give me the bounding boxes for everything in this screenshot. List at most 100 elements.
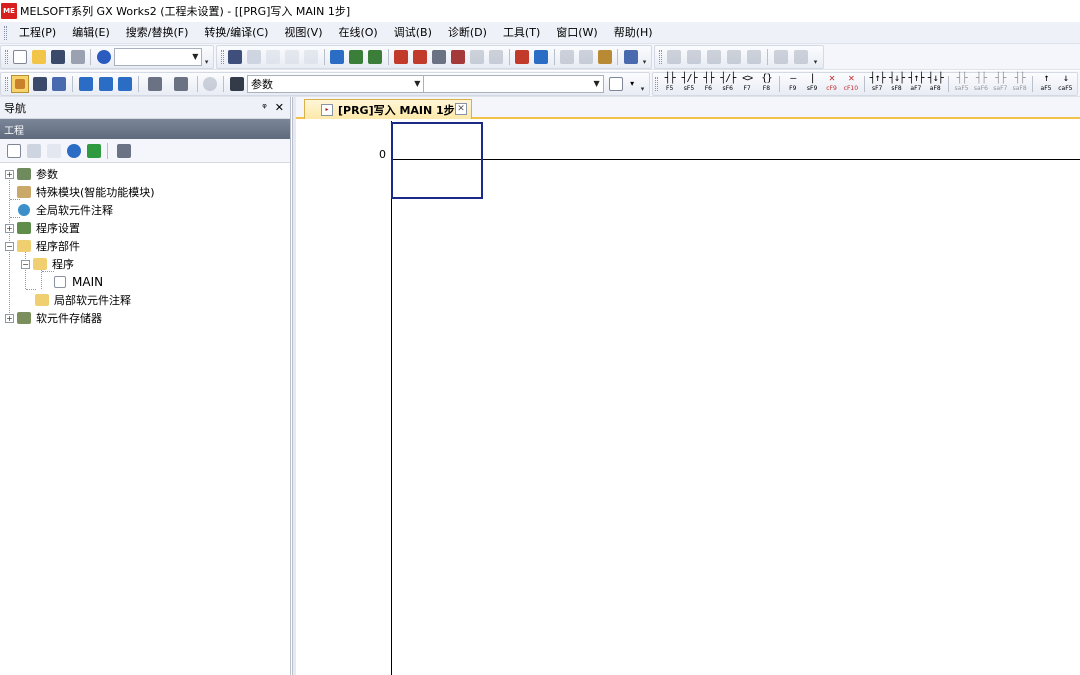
toolbar-grip[interactable]	[221, 49, 224, 64]
cut-icon[interactable]	[227, 48, 244, 66]
device-test-icon[interactable]	[514, 48, 531, 66]
fk-delete-vertical[interactable]: ✕ cF10	[841, 73, 860, 95]
tab-main-program[interactable]: ▸ [PRG]写入 MAIN 1步 ✕	[304, 99, 472, 119]
cross-reference-icon[interactable]	[169, 75, 193, 93]
device-search-icon[interactable]	[329, 48, 346, 66]
monitor-write-icon[interactable]	[488, 48, 505, 66]
menu-diagnostics[interactable]: 诊断(D)	[440, 23, 495, 43]
refresh-icon[interactable]	[85, 142, 103, 160]
help-icon[interactable]	[95, 48, 112, 66]
expand-icon[interactable]: +	[5, 313, 14, 323]
menu-tool[interactable]: 工具(T)	[495, 23, 548, 43]
standard-combo[interactable]: ▼	[113, 47, 203, 66]
fk-vertical-line[interactable]: | sF9	[802, 73, 821, 95]
fk-disabled-1[interactable]: ┤├ saF5	[952, 73, 971, 95]
intelligent-function-icon[interactable]	[202, 75, 220, 93]
toolbar-options-icon[interactable]: ▾	[638, 73, 647, 95]
menu-project[interactable]: 工程(P)	[11, 23, 64, 43]
tree-item-main[interactable]: MAIN	[0, 273, 290, 291]
read-from-plc-icon[interactable]	[412, 48, 429, 66]
menu-convert-compile[interactable]: 转换/编译(C)	[196, 23, 276, 43]
device-memory-icon[interactable]	[97, 75, 115, 93]
ladder-editor[interactable]: 0	[296, 121, 1080, 675]
copy-icon[interactable]	[246, 48, 263, 66]
tree-item-program-setting[interactable]: + 程序设置	[0, 219, 290, 237]
parameter-icon[interactable]	[596, 48, 613, 66]
verify-icon[interactable]	[431, 48, 448, 66]
sfc-block-icon[interactable]	[792, 48, 810, 66]
collapse-icon[interactable]: −	[5, 241, 14, 251]
device-combo[interactable]: ▼	[424, 74, 604, 93]
fk-open-branch[interactable]: ┤├ F6	[699, 73, 718, 95]
tree-item-intelligent-module[interactable]: 特殊模块(智能功能模块)	[0, 183, 290, 201]
fk-rising-pulse[interactable]: ┤↑├ sF7	[868, 73, 887, 95]
tree-item-global-comment[interactable]: 全局软元件注释	[0, 201, 290, 219]
tree-item-device-memory[interactable]: + 软元件存储器	[0, 309, 290, 327]
sfc-step-icon[interactable]	[665, 48, 683, 66]
project-section-bar[interactable]: 工程	[0, 119, 290, 139]
fk-falling-pulse[interactable]: ┤↓├ sF8	[887, 73, 906, 95]
chevron-down-icon[interactable]: ▾	[627, 75, 637, 93]
fk-disabled-2[interactable]: ┤├ saF6	[971, 73, 990, 95]
toolbar-grip[interactable]	[5, 76, 8, 91]
fk-close-branch[interactable]: ┤/├ sF6	[718, 73, 737, 95]
device-comment-icon[interactable]	[77, 75, 95, 93]
tree-item-pou[interactable]: − 程序部件	[0, 237, 290, 255]
fk-disabled-3[interactable]: ┤├ saF7	[991, 73, 1010, 95]
device-list-icon[interactable]	[367, 48, 384, 66]
tree-item-program[interactable]: − 程序	[0, 255, 290, 273]
parameter-combo[interactable]: 参数 ▼	[246, 74, 425, 93]
expand-icon[interactable]: +	[5, 169, 14, 179]
pin-icon[interactable]: ᵠ	[262, 101, 267, 114]
menu-online[interactable]: 在线(O)	[330, 23, 385, 43]
toolbar-options-icon[interactable]: ▾	[811, 46, 820, 68]
sfc-jump-icon[interactable]	[725, 48, 743, 66]
sort-icon[interactable]	[112, 142, 136, 160]
menu-grip[interactable]	[4, 25, 7, 40]
fk-rising-pulse-branch[interactable]: ┤↑├ aF7	[906, 73, 925, 95]
chevron-down-icon[interactable]: ▼	[591, 79, 603, 88]
redo-icon[interactable]	[303, 48, 320, 66]
save-icon[interactable]	[50, 48, 67, 66]
display-icon[interactable]	[622, 48, 639, 66]
collapse-icon[interactable]: −	[21, 259, 30, 269]
property-icon[interactable]	[65, 142, 83, 160]
fk-instruction[interactable]: {} F8	[757, 73, 776, 95]
paste-icon[interactable]	[265, 48, 282, 66]
fk-operation-result-down[interactable]: ↓ caF5	[1056, 73, 1075, 95]
fk-horizontal-line[interactable]: — F9	[783, 73, 802, 95]
open-folder-icon[interactable]	[30, 48, 47, 66]
sfc-transition-icon[interactable]	[685, 48, 703, 66]
paste-data-icon[interactable]	[45, 142, 63, 160]
menu-window[interactable]: 窗口(W)	[548, 23, 605, 43]
menu-view[interactable]: 视图(V)	[276, 23, 330, 43]
find-binoculars-icon[interactable]	[228, 75, 246, 93]
new-file-icon[interactable]	[11, 48, 28, 66]
sfc-branch-icon[interactable]	[705, 48, 723, 66]
device-use-list-icon[interactable]	[117, 75, 135, 93]
new-data-icon[interactable]	[5, 142, 23, 160]
close-icon[interactable]: ✕	[455, 103, 467, 115]
monitor-icon[interactable]	[450, 48, 467, 66]
module-config-icon[interactable]	[31, 75, 49, 93]
simulation-icon[interactable]	[533, 48, 550, 66]
chevron-down-icon[interactable]: ▼	[189, 52, 201, 61]
diagnostics-icon[interactable]	[558, 48, 575, 66]
chevron-down-icon[interactable]: ▼	[411, 79, 423, 88]
fk-disabled-4[interactable]: ┤├ saF8	[1010, 73, 1029, 95]
fk-close-contact[interactable]: ┤/├ sF5	[679, 73, 698, 95]
device-batch-icon[interactable]	[348, 48, 365, 66]
toolbar-options-icon[interactable]: ▾	[202, 46, 211, 68]
menu-debug[interactable]: 调试(B)	[386, 23, 440, 43]
monitor-stop-icon[interactable]	[469, 48, 486, 66]
print-icon[interactable]	[69, 48, 86, 66]
toolbar-grip[interactable]	[5, 49, 8, 64]
fk-delete-horizontal[interactable]: ✕ cF9	[822, 73, 841, 95]
tree-item-parameter[interactable]: + 参数	[0, 165, 290, 183]
write-to-plc-icon[interactable]	[393, 48, 410, 66]
menu-help[interactable]: 帮助(H)	[606, 23, 661, 43]
output-window-icon[interactable]	[50, 75, 68, 93]
menu-find-replace[interactable]: 搜索/替换(F)	[118, 23, 197, 43]
fk-open-contact[interactable]: ┤├ F5	[660, 73, 679, 95]
toolbar-grip[interactable]	[655, 76, 658, 91]
